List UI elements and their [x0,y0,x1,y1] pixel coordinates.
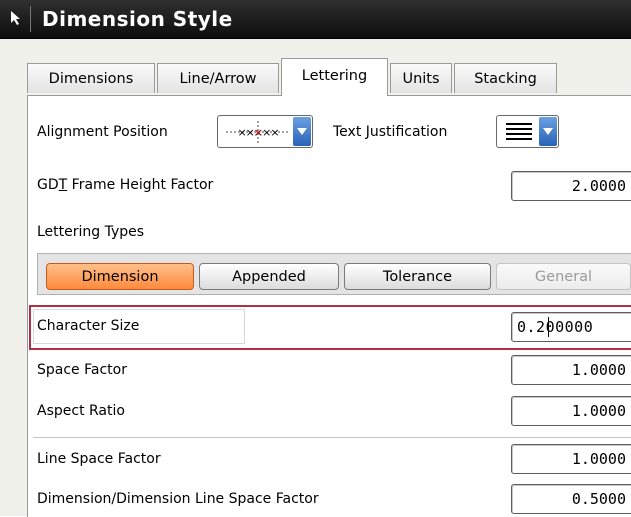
section-divider [33,437,631,438]
tab-lettering[interactable]: Lettering [281,58,388,96]
character-size-label: Character Size [37,318,140,334]
line-space-factor-label: Line Space Factor [37,451,161,467]
appended-type-button[interactable]: Appended [199,263,339,290]
gdt-frame-height-factor-label: GDT Frame Height Factor [37,177,214,193]
tab-units[interactable]: Units [390,63,452,93]
arrow-cursor-icon [6,9,28,29]
chevron-down-icon[interactable] [539,117,557,146]
aspect-ratio-input[interactable]: 1.0000 [511,396,631,426]
space-factor-input[interactable]: 1.0000 [511,355,631,385]
text-justification-label: Text Justification [333,124,448,140]
dimension-line-space-factor-input[interactable]: 0.5000 [511,484,631,514]
general-type-button[interactable]: General [496,263,631,290]
line-space-factor-input[interactable]: 1.0000 [511,444,631,474]
tolerance-type-button[interactable]: Tolerance [344,263,491,290]
svg-text:×: × [253,126,262,139]
window-title: Dimension Style [42,7,233,31]
alignment-marker-icon: ××××× × [224,120,292,148]
aspect-ratio-label: Aspect Ratio [37,403,125,419]
tab-stacking[interactable]: Stacking [454,63,557,93]
gdt-frame-height-factor-input[interactable]: 2.0000 [511,171,631,201]
dimension-line-space-factor-label: Dimension/Dimension Line Space Factor [37,491,319,507]
title-separator [30,6,31,32]
space-factor-label: Space Factor [37,362,127,378]
text-lines-icon [505,122,533,146]
dimension-type-button[interactable]: Dimension [46,263,194,290]
text-cursor [548,317,549,337]
text-justification-dropdown[interactable] [496,115,559,148]
character-size-input[interactable]: 0.200000 [511,312,631,342]
title-bar: Dimension Style [0,0,631,39]
alignment-position-dropdown[interactable]: ××××× × [217,115,313,148]
tab-line-arrow[interactable]: Line/Arrow [157,63,279,93]
alignment-position-label: Alignment Position [37,124,168,140]
lettering-types-label: Lettering Types [37,224,145,240]
chevron-down-icon[interactable] [293,117,311,146]
tab-dimensions[interactable]: Dimensions [27,63,155,93]
